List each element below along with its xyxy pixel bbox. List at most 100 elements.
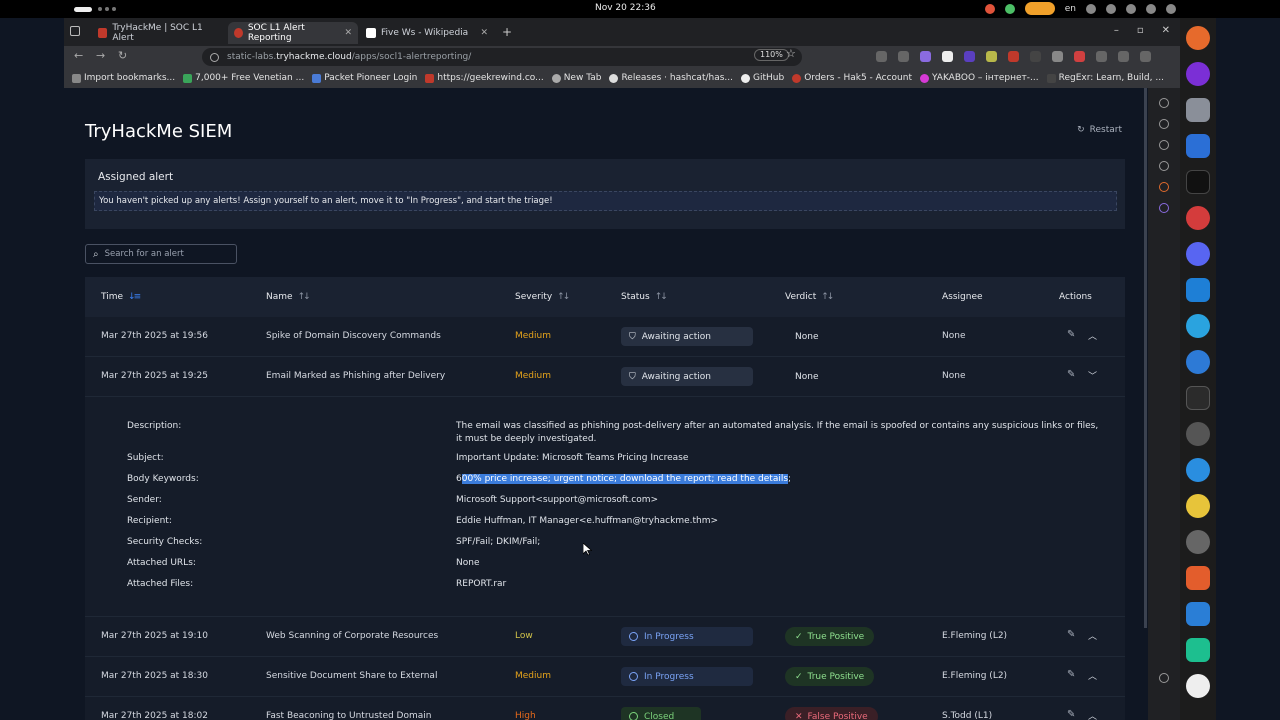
table-row[interactable]: Mar 27th 2025 at 18:30 Sensitive Documen… (85, 657, 1125, 697)
browser-icon[interactable] (1186, 62, 1210, 86)
discord-icon[interactable] (1186, 242, 1210, 266)
gimp-icon[interactable] (1186, 422, 1210, 446)
extension-icon[interactable] (1030, 51, 1041, 62)
sidebar-ext-icon[interactable] (1159, 203, 1169, 213)
bookmark-item[interactable]: Releases · hashcat/has... (609, 73, 733, 83)
table-row[interactable]: Mar 27th 2025 at 19:10 Web Scanning of C… (85, 617, 1125, 657)
workspace-dots[interactable] (98, 7, 116, 11)
clock-icon[interactable] (1186, 530, 1210, 554)
alert-search[interactable]: ⌕ (85, 244, 237, 264)
tradingview-icon[interactable] (1186, 170, 1210, 194)
close-tab-icon[interactable]: ✕ (480, 28, 488, 38)
rhythmbox-icon[interactable] (1186, 494, 1210, 518)
table-row[interactable]: Mar 27th 2025 at 19:56 Spike of Domain D… (85, 317, 1125, 357)
extension-icon[interactable] (1074, 51, 1085, 62)
restart-button[interactable]: ↻ Restart (1077, 125, 1122, 135)
search-input[interactable] (104, 249, 225, 259)
extension-icon[interactable] (898, 51, 909, 62)
bookmark-item[interactable]: 7,000+ Free Venetian ... (183, 73, 304, 83)
vscode-icon[interactable] (1186, 278, 1210, 302)
menu-icon[interactable] (1140, 51, 1151, 62)
edit-icon[interactable]: ✎ (1067, 709, 1075, 720)
edit-icon[interactable]: ✎ (1067, 329, 1075, 340)
activities-indicator[interactable] (74, 6, 92, 12)
sidebar-settings-icon[interactable] (1159, 673, 1169, 683)
bookmark-item[interactable]: YAKABOO – інтернет-... (919, 73, 1039, 83)
firefox-icon[interactable] (1186, 26, 1210, 50)
tray-brightness-icon[interactable] (1106, 3, 1116, 14)
restore-icon[interactable]: ▫ (1137, 25, 1144, 36)
terminal-icon[interactable] (1186, 386, 1210, 410)
extension-icon[interactable] (920, 51, 931, 62)
chevron-up-icon[interactable]: ︿ (1088, 709, 1097, 720)
new-tab-button[interactable]: + (502, 25, 512, 39)
bookmark-item[interactable]: GitHub (741, 73, 784, 83)
chevron-up-icon[interactable]: ︿ (1088, 629, 1097, 642)
sidebar-app-icon[interactable] (1159, 182, 1169, 192)
tray-mic-icon[interactable] (1086, 3, 1096, 14)
edit-icon[interactable]: ✎ (1067, 629, 1075, 640)
telegram-icon[interactable] (1186, 314, 1210, 338)
extensions-puzzle-icon[interactable] (1118, 51, 1129, 62)
docs-icon[interactable] (1186, 134, 1210, 158)
column-header-severity[interactable]: Severity ↑↓ (515, 292, 570, 302)
keyboard-layout[interactable]: en (1065, 4, 1076, 14)
battery-icon[interactable] (1166, 3, 1176, 14)
history-icon[interactable] (1159, 140, 1169, 150)
wifi-icon[interactable] (1126, 3, 1136, 14)
reading-list-icon[interactable] (1159, 119, 1169, 129)
system-clock[interactable]: Nov 20 22:36 (595, 3, 656, 13)
app-store-icon[interactable] (1186, 566, 1210, 590)
detail-body-keywords[interactable]: 600% price increase; urgent notice; down… (456, 473, 1106, 486)
chevron-down-icon[interactable]: ﹀ (1088, 369, 1097, 382)
extension-icon[interactable] (986, 51, 997, 62)
tab-overview-icon[interactable] (70, 26, 80, 36)
column-header-verdict[interactable]: Verdict ↑↓ (785, 292, 834, 302)
url-text[interactable]: static-labs.tryhackme.cloud/apps/socl1-a… (227, 52, 471, 62)
back-icon[interactable]: ← (74, 49, 83, 62)
bookmark-item[interactable]: RegExr: Learn, Build, ... (1046, 73, 1164, 83)
column-header-name[interactable]: Name ↑↓ (266, 292, 311, 302)
edit-icon[interactable]: ✎ (1067, 369, 1075, 380)
files-icon[interactable] (1186, 98, 1210, 122)
app-icon-3[interactable] (1186, 674, 1210, 698)
bookmark-item[interactable]: Orders - Hak5 - Account (792, 73, 912, 83)
page-scrollbar[interactable] (1144, 88, 1147, 628)
bookmarks-icon[interactable] (1159, 161, 1169, 171)
minimize-icon[interactable]: – (1114, 25, 1119, 36)
chevron-up-icon[interactable]: ︿ (1088, 669, 1097, 682)
column-header-status[interactable]: Status ↑↓ (621, 292, 668, 302)
bookmark-item[interactable]: https://geekrewind.co... (425, 73, 544, 83)
extension-icon[interactable] (876, 51, 887, 62)
forward-icon[interactable]: → (96, 49, 105, 62)
address-bar[interactable]: static-labs.tryhackme.cloud/apps/socl1-a… (202, 48, 802, 66)
extension-icon[interactable] (942, 51, 953, 62)
tray-app-icon[interactable] (984, 3, 995, 14)
reload-icon[interactable]: ↻ (118, 49, 127, 62)
tray-recording-icon[interactable] (1024, 2, 1055, 15)
thunderbird-icon[interactable] (1186, 458, 1210, 482)
chevron-up-icon[interactable]: ︿ (1088, 329, 1097, 342)
ai-chat-icon[interactable] (1159, 98, 1169, 108)
bookmark-item[interactable]: Import bookmarks... (72, 73, 175, 83)
bookmark-star-icon[interactable]: ☆ (786, 47, 796, 60)
help-icon[interactable] (1186, 350, 1210, 374)
site-info-icon[interactable] (210, 52, 219, 62)
extension-icon[interactable] (964, 51, 975, 62)
bookmark-item[interactable]: New Tab (551, 73, 601, 83)
extension-icon[interactable] (1052, 51, 1063, 62)
wireshark-icon[interactable] (1186, 602, 1210, 626)
close-tab-icon[interactable]: ✕ (344, 28, 352, 38)
bookmark-item[interactable]: Packet Pioneer Login (312, 73, 417, 83)
tab-soc-alert-reporting[interactable]: SOC L1 Alert Reporting ✕ (228, 22, 358, 44)
tab-tryhackme[interactable]: TryHackMe | SOC L1 Alert (92, 22, 226, 44)
table-row[interactable]: Mar 27th 2025 at 18:02 Fast Beaconing to… (85, 697, 1125, 720)
edit-icon[interactable]: ✎ (1067, 669, 1075, 680)
app-icon-2[interactable] (1186, 638, 1210, 662)
tray-shield-icon[interactable] (1004, 3, 1015, 14)
table-row[interactable]: Mar 27th 2025 at 19:25 Email Marked as P… (85, 357, 1125, 397)
extension-icon[interactable] (1096, 51, 1107, 62)
zoom-level[interactable]: 110% (754, 49, 789, 61)
tab-five-ws[interactable]: Five Ws - Wikipedia ✕ (360, 22, 494, 44)
extension-icon[interactable] (1008, 51, 1019, 62)
